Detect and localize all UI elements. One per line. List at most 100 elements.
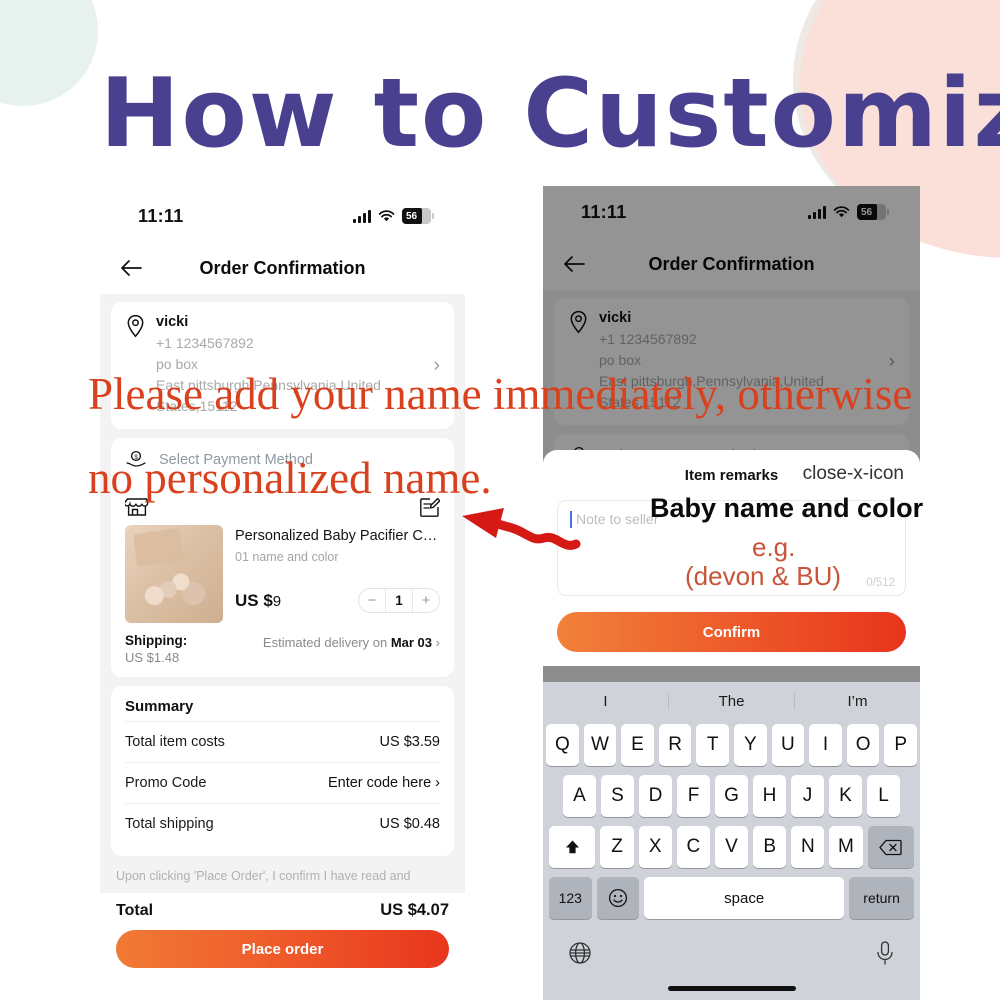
page-heading: Order Confirmation xyxy=(199,257,366,278)
annotation-example-label: e.g. xyxy=(752,532,796,562)
key-l[interactable]: L xyxy=(867,775,900,817)
microphone-icon[interactable] xyxy=(875,940,895,966)
location-pin-icon xyxy=(570,310,587,334)
quantity-decrease-button[interactable]: − xyxy=(359,589,385,612)
recipient-phone: +1 1234567892 xyxy=(156,335,254,351)
cellular-signal-icon xyxy=(808,205,826,219)
key-r[interactable]: R xyxy=(658,724,692,766)
quantity-value: 1 xyxy=(385,589,413,612)
key-s[interactable]: S xyxy=(601,775,634,817)
globe-language-icon[interactable] xyxy=(568,941,592,965)
annotation-line-1: Please add your name immediately, otherw… xyxy=(88,369,913,419)
numbers-key[interactable]: 123 xyxy=(549,877,592,919)
home-indicator xyxy=(667,986,796,991)
annotation-callout-title: Baby name and color xyxy=(650,493,924,523)
battery-icon: 56 xyxy=(857,204,889,220)
product-image xyxy=(125,525,223,623)
recipient-name: vicki xyxy=(599,310,632,326)
recipient-phone: +1 1234567892 xyxy=(599,331,697,347)
wifi-icon xyxy=(833,205,850,217)
return-key[interactable]: return xyxy=(849,877,914,919)
shipping-row[interactable]: Shipping: US $1.48 Estimated delivery on… xyxy=(125,633,440,665)
key-m[interactable]: M xyxy=(829,826,863,868)
checkout-footer: Total US $4.07 Place order xyxy=(100,893,465,968)
shift-arrow-up-icon[interactable] xyxy=(549,826,596,868)
key-u[interactable]: U xyxy=(771,724,805,766)
arrow-left-icon[interactable] xyxy=(557,247,591,281)
modal-title: Item remarks xyxy=(684,466,779,484)
key-a[interactable]: A xyxy=(563,775,596,817)
char-counter: 0/512 xyxy=(866,577,895,589)
key-p[interactable]: P xyxy=(884,724,917,766)
item-remarks-modal: Item remarks close-x-icon Note to seller… xyxy=(543,450,920,666)
page-title: How to Customize xyxy=(100,59,1000,169)
suggestion-2[interactable]: I’m xyxy=(795,693,920,710)
battery-level: 56 xyxy=(406,210,418,222)
autocorrect-suggestions: I The I’m xyxy=(543,682,920,720)
order-disclaimer: Upon clicking 'Place Order', I confirm I… xyxy=(116,869,411,883)
smiley-face-icon[interactable] xyxy=(596,877,640,919)
summary-label: Promo Code xyxy=(125,775,207,791)
cellular-signal-icon xyxy=(353,209,371,223)
backspace-delete-icon[interactable] xyxy=(867,826,914,868)
key-g[interactable]: G xyxy=(715,775,748,817)
key-w[interactable]: W xyxy=(583,724,617,766)
key-x[interactable]: X xyxy=(638,826,672,868)
key-j[interactable]: J xyxy=(791,775,824,817)
status-time: 11:11 xyxy=(138,205,184,226)
ios-keyboard: I The I’m Q W E R T Y U I O P A S D F G … xyxy=(543,682,920,1000)
confirm-button[interactable]: Confirm xyxy=(557,612,906,652)
place-order-button[interactable]: Place order xyxy=(116,930,449,968)
key-y[interactable]: Y xyxy=(734,724,767,766)
shipping-label: Shipping: xyxy=(125,633,188,648)
location-pin-icon xyxy=(127,314,144,338)
quantity-increase-button[interactable]: + xyxy=(413,589,439,612)
key-n[interactable]: N xyxy=(791,826,825,868)
product-title: Personalized Baby Pacifier Clip Custo… xyxy=(235,528,440,544)
key-z[interactable]: Z xyxy=(600,826,634,868)
key-c[interactable]: C xyxy=(676,826,710,868)
key-b[interactable]: B xyxy=(753,826,787,868)
key-k[interactable]: K xyxy=(829,775,862,817)
summary-row-total-shipping: Total shipping US $0.48 xyxy=(125,803,440,844)
summary-label: Total item costs xyxy=(125,734,225,750)
key-o[interactable]: O xyxy=(846,724,880,766)
space-key[interactable]: space xyxy=(644,877,845,919)
product-row[interactable]: Personalized Baby Pacifier Clip Custo… 0… xyxy=(125,525,440,623)
decorative-mint-circle xyxy=(0,0,98,106)
page-heading: Order Confirmation xyxy=(648,253,815,274)
suggestion-1[interactable]: The xyxy=(669,692,795,710)
note-placeholder: Note to seller xyxy=(576,511,659,527)
wifi-icon xyxy=(378,209,395,221)
phone-screen-right: 11:11 56 Order Confirmation vicki +1 123… xyxy=(543,186,920,1000)
key-q[interactable]: Q xyxy=(546,724,579,766)
keyboard-row-1: Q W E R T Y U I O P xyxy=(546,724,917,766)
key-i[interactable]: I xyxy=(809,724,842,766)
nav-bar: Order Confirmation xyxy=(543,238,920,290)
keyboard-row-2: A S D F G H J K L xyxy=(546,775,917,817)
arrow-left-icon[interactable] xyxy=(114,251,148,285)
summary-title: Summary xyxy=(125,698,194,715)
shipping-value: US $1.48 xyxy=(125,650,180,665)
battery-icon: 56 xyxy=(402,208,434,224)
key-f[interactable]: F xyxy=(677,775,710,817)
key-d[interactable]: D xyxy=(639,775,672,817)
key-v[interactable]: V xyxy=(714,826,749,868)
annotation-line-2: no personalized name. xyxy=(88,453,492,503)
quantity-stepper[interactable]: − 1 + xyxy=(358,588,440,613)
battery-level: 56 xyxy=(861,206,873,218)
summary-row-promo-code[interactable]: Promo Code Enter code here › xyxy=(125,762,440,803)
phone-screen-left: 11:11 56 Order Confirmation vicki +1 123… xyxy=(100,190,465,1000)
summary-card: Summary Total item costs US $3.59 Promo … xyxy=(111,686,454,856)
key-e[interactable]: E xyxy=(621,724,654,766)
key-h[interactable]: H xyxy=(753,775,786,817)
close-x-icon[interactable]: close-x-icon xyxy=(803,463,904,485)
wavy-arrow-left-icon xyxy=(462,508,581,550)
status-bar: 11:11 56 xyxy=(543,186,920,238)
key-t[interactable]: T xyxy=(696,724,729,766)
suggestion-0[interactable]: I xyxy=(543,692,669,710)
summary-label: Total shipping xyxy=(125,816,214,832)
delivery-estimate[interactable]: Estimated delivery on Mar 03 › xyxy=(263,633,440,650)
keyboard-row-3: Z X C V B N M xyxy=(546,826,917,868)
promo-code-link[interactable]: Enter code here › xyxy=(328,775,440,791)
